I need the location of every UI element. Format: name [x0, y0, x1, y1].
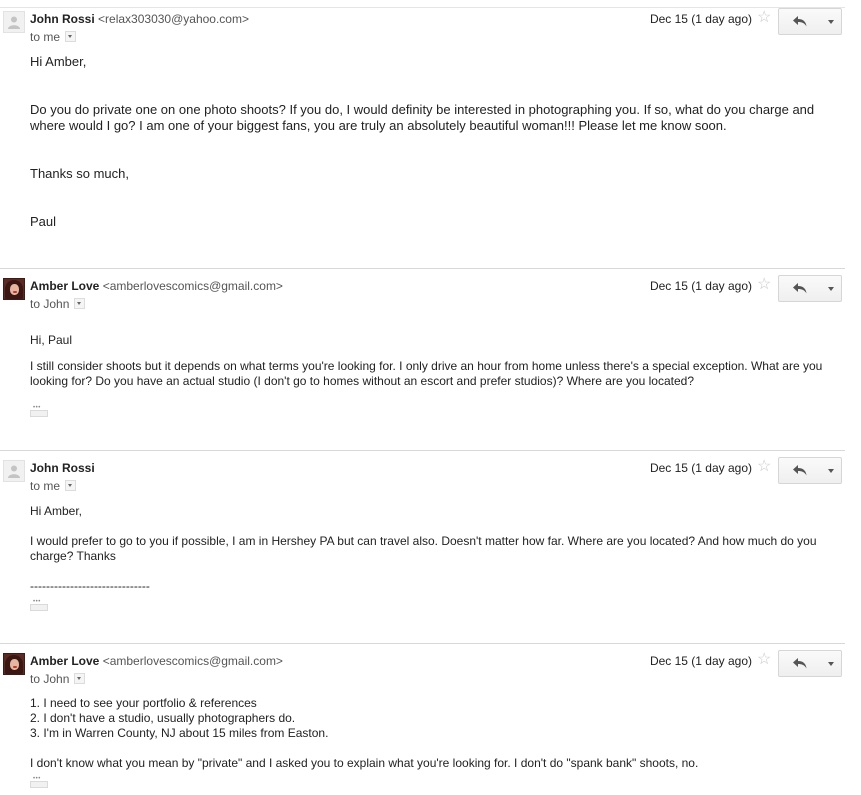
email-message: John Rossi to me Dec 15 (1 day ago) ☆ Hi…: [0, 457, 845, 642]
star-icon[interactable]: ☆: [757, 651, 771, 669]
more-options-button[interactable]: [821, 457, 842, 484]
reply-icon: [793, 16, 807, 27]
message-divider: [0, 643, 845, 644]
sender[interactable]: John Rossi: [30, 461, 95, 475]
message-actions: [778, 457, 842, 484]
sender-avatar: [3, 653, 25, 675]
reply-icon: [793, 283, 807, 294]
body-line: Thanks so much,: [30, 166, 129, 181]
sender[interactable]: Amber Love <amberlovescomics@gmail.com>: [30, 654, 283, 668]
sender-email: <relax303030@yahoo.com>: [98, 12, 249, 26]
recipient-line: to me: [30, 479, 77, 493]
message-date: Dec 15 (1 day ago): [649, 654, 752, 668]
message-body: 1. I need to see your portfolio & refere…: [30, 696, 830, 771]
body-line: 2. I don't have a studio, usually photog…: [30, 711, 296, 725]
body-line: Do you do private one on one photo shoot…: [30, 102, 815, 133]
recipient-details-dropdown[interactable]: [65, 480, 77, 492]
body-line: Hi Amber,: [30, 54, 87, 69]
email-message: Amber Love <amberlovescomics@gmail.com> …: [0, 650, 845, 795]
body-line: 1. I need to see your portfolio & refere…: [30, 696, 257, 710]
reply-icon: [793, 658, 807, 669]
message-date: Dec 15 (1 day ago): [649, 461, 752, 475]
reply-button[interactable]: [778, 275, 822, 302]
message-date: Dec 15 (1 day ago): [649, 279, 752, 293]
recipient-line: to John: [30, 672, 86, 686]
sender-avatar: [3, 460, 25, 482]
email-message: Amber Love <amberlovescomics@gmail.com> …: [0, 275, 845, 450]
recipient-label: to me: [30, 30, 61, 44]
show-trimmed-content-button[interactable]: [30, 405, 48, 417]
recipient-label: to John: [30, 672, 70, 686]
body-line: Hi Amber,: [30, 504, 83, 518]
reply-button[interactable]: [778, 8, 822, 35]
more-options-button[interactable]: [821, 8, 842, 35]
sender-avatar: [3, 278, 25, 300]
show-trimmed-content-button[interactable]: [30, 776, 48, 788]
message-actions: [778, 650, 842, 677]
body-line: I don't know what you mean by "private" …: [30, 756, 699, 770]
more-options-button[interactable]: [821, 275, 842, 302]
reply-button[interactable]: [778, 457, 822, 484]
message-divider: [0, 450, 845, 451]
message-actions: [778, 275, 842, 302]
star-icon[interactable]: ☆: [757, 458, 771, 476]
recipient-line: to me: [30, 30, 77, 44]
sender-email: <amberlovescomics@gmail.com>: [102, 654, 283, 668]
body-line: Paul: [30, 214, 57, 229]
recipient-label: to me: [30, 479, 61, 493]
sender-name: Amber Love: [30, 654, 100, 668]
body-line: Hi, Paul: [30, 333, 73, 347]
message-actions: [778, 8, 842, 35]
sender-name: Amber Love: [30, 279, 100, 293]
recipient-details-dropdown[interactable]: [65, 31, 77, 43]
recipient-label: to John: [30, 297, 70, 311]
sender-name: John Rossi: [30, 12, 95, 26]
star-icon[interactable]: ☆: [757, 9, 771, 27]
more-options-button[interactable]: [821, 650, 842, 677]
body-line: ------------------------------: [30, 579, 150, 593]
reply-icon: [793, 465, 807, 476]
show-trimmed-content-button[interactable]: [30, 599, 48, 611]
recipient-line: to John: [30, 297, 86, 311]
person-icon: [8, 16, 20, 29]
body-line: 3. I'm in Warren County, NJ about 15 mil…: [30, 726, 329, 740]
message-body: Hi, Paul I still consider shoots but it …: [30, 333, 830, 389]
email-message: John Rossi <relax303030@yahoo.com> to me…: [0, 8, 845, 267]
recipient-details-dropdown[interactable]: [74, 673, 86, 685]
star-icon[interactable]: ☆: [757, 276, 771, 294]
sender-name: John Rossi: [30, 461, 95, 475]
body-line: I still consider shoots but it depends o…: [30, 359, 823, 388]
sender-avatar: [3, 11, 25, 33]
message-divider: [0, 268, 845, 269]
sender-email: <amberlovescomics@gmail.com>: [102, 279, 283, 293]
sender[interactable]: John Rossi <relax303030@yahoo.com>: [30, 12, 249, 26]
message-date: Dec 15 (1 day ago): [649, 12, 752, 26]
body-line: I would prefer to go to you if possible,…: [30, 534, 817, 563]
person-icon: [8, 465, 20, 478]
reply-button[interactable]: [778, 650, 822, 677]
message-body: Hi Amber, I would prefer to go to you if…: [30, 504, 830, 594]
sender[interactable]: Amber Love <amberlovescomics@gmail.com>: [30, 279, 283, 293]
message-body: Hi Amber, Do you do private one on one p…: [30, 54, 830, 230]
recipient-details-dropdown[interactable]: [74, 298, 86, 310]
